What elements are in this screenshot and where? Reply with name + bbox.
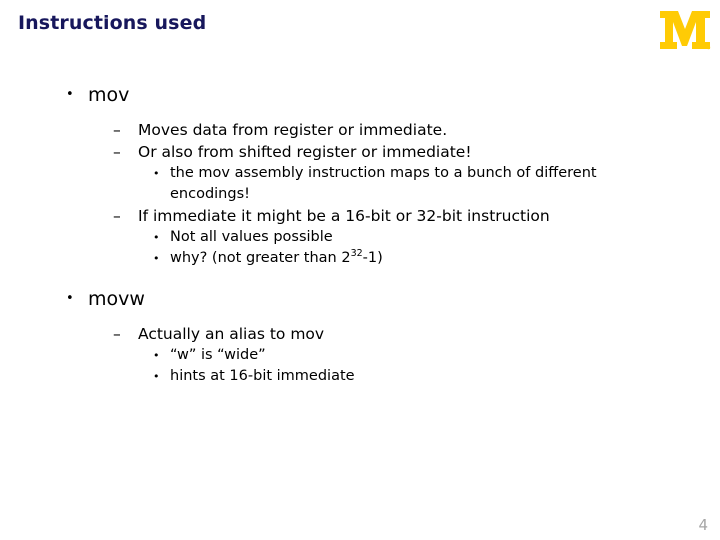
bullet-marker: – <box>113 325 121 343</box>
list-item: • movw <box>66 284 720 314</box>
list-item-label: movw <box>88 288 145 310</box>
list-item-label-text: why? (not greater than 2 <box>170 250 351 266</box>
bullet-marker: – <box>113 121 121 139</box>
list-item: – Moves data from register or immediate. <box>113 119 720 141</box>
list-item: • the mov assembly instruction maps to a… <box>153 163 622 205</box>
list-item-label: Or also from shifted register or immedia… <box>138 143 472 161</box>
list-item-label: why? (not greater than 232-1) <box>170 248 622 269</box>
bullet-marker: • <box>153 252 160 265</box>
list-item-label: “w” is “wide” <box>170 347 266 363</box>
slide-body-outline: • mov – Moves data from register or imme… <box>0 80 720 387</box>
list-item-label: Moves data from register or immediate. <box>138 121 448 139</box>
bullet-marker: – <box>113 143 121 161</box>
bullet-marker: • <box>66 87 74 102</box>
bullet-marker: • <box>153 349 160 362</box>
bullet-marker: • <box>153 231 160 244</box>
list-item-label: hints at 16-bit immediate <box>170 368 355 384</box>
bullet-marker: • <box>66 291 74 306</box>
list-item: • hints at 16-bit immediate <box>153 366 622 387</box>
list-item-label: Not all values possible <box>170 229 333 245</box>
list-item: – Actually an alias to mov <box>113 323 720 345</box>
list-item-label: If immediate it might be a 16-bit or 32-… <box>138 207 550 225</box>
bullet-marker: – <box>113 207 121 225</box>
list-item-label: Actually an alias to mov <box>138 325 325 343</box>
list-item: • mov <box>66 80 720 110</box>
list-item-label: the mov assembly instruction maps to a b… <box>170 165 597 202</box>
list-item: – If immediate it might be a 16-bit or 3… <box>113 205 720 227</box>
bullet-marker: • <box>153 167 160 180</box>
list-item: • why? (not greater than 232-1) <box>153 248 622 269</box>
list-item: • “w” is “wide” <box>153 345 622 366</box>
list-item-label-text-tail: -1) <box>362 250 383 266</box>
list-item: • Not all values possible <box>153 227 622 248</box>
list-item-label: mov <box>88 84 130 106</box>
bullet-marker: • <box>153 370 160 383</box>
slide: Instructions used • mov – Moves data fro… <box>0 0 720 540</box>
page-title: Instructions used <box>18 12 207 34</box>
list-item: – Or also from shifted register or immed… <box>113 141 720 163</box>
university-of-michigan-logo-icon <box>658 8 712 52</box>
exponent-superscript: 32 <box>350 248 363 260</box>
page-number: 4 <box>698 516 708 534</box>
